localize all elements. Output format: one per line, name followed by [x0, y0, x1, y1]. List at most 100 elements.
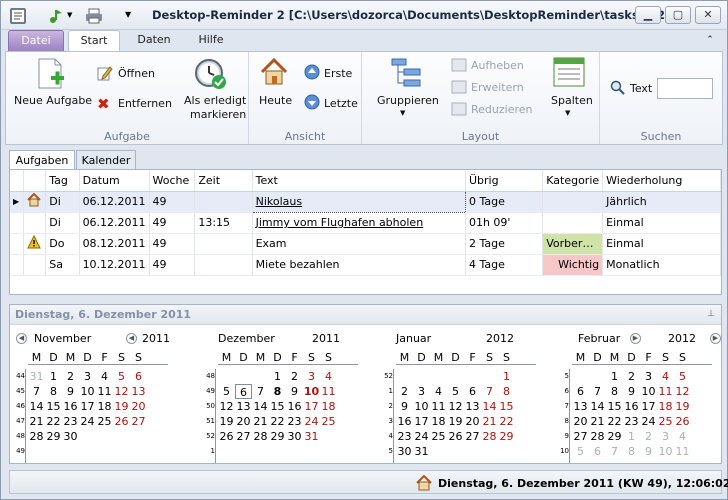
calendar-day[interactable]: 10 [640, 384, 657, 399]
calendar-day[interactable]: 15 [45, 399, 62, 414]
gruppieren-dropdown-icon[interactable]: ▼ [400, 109, 405, 117]
calendar-day[interactable]: 5 [447, 384, 464, 399]
calendar-day[interactable]: 25 [96, 414, 113, 429]
calendar-day[interactable]: 19 [113, 399, 130, 414]
month-name[interactable]: Dezember [218, 332, 275, 345]
chevron-down-icon[interactable]: ▼ [67, 11, 75, 29]
printer-icon[interactable] [85, 7, 103, 25]
month-year[interactable]: 2011 [142, 332, 170, 345]
calendar-day[interactable]: 16 [286, 399, 303, 414]
calendar-day[interactable]: 26 [447, 429, 464, 444]
col-text[interactable]: Text [252, 170, 466, 192]
spalten-dropdown-icon[interactable]: ▼ [565, 109, 570, 117]
calendar-day[interactable]: 7 [28, 384, 45, 399]
calendar-day[interactable]: 28 [252, 429, 269, 444]
calendar-day[interactable]: 12 [674, 384, 691, 399]
oeffnen-button[interactable]: Öffnen [118, 67, 155, 80]
col-kategorie[interactable]: Kategorie [542, 170, 604, 192]
calendar-day[interactable]: 22 [269, 414, 286, 429]
heute-button[interactable]: Heute [259, 94, 292, 107]
calendar-day[interactable]: 15 [606, 399, 623, 414]
calendar-day[interactable]: 13 [464, 399, 481, 414]
calendar-day[interactable]: 13 [572, 399, 589, 414]
letzte-button[interactable]: Letzte [324, 97, 358, 110]
calendar-day[interactable]: 2 [62, 369, 79, 384]
calendar-day[interactable]: 2 [396, 384, 413, 399]
month-year[interactable]: 2012 [668, 332, 696, 345]
calendar-day[interactable]: 26 [218, 429, 235, 444]
calendar-day[interactable]: 8 [269, 384, 286, 399]
calendar-day[interactable]: 24 [640, 414, 657, 429]
calendar-day[interactable]: 18 [657, 399, 674, 414]
col-wiederholung[interactable]: Wiederholung [602, 170, 721, 192]
calendar-day[interactable]: 27 [235, 429, 252, 444]
calendar-day[interactable]: 24 [79, 414, 96, 429]
calendar-day[interactable]: 16 [623, 399, 640, 414]
calendar-day[interactable]: 15 [498, 399, 515, 414]
calendar-day[interactable]: 26 [674, 414, 691, 429]
calendar-day[interactable]: 15 [269, 399, 286, 414]
calendar-day[interactable]: 4 [430, 384, 447, 399]
calendar-day[interactable]: 21 [589, 414, 606, 429]
customize-quick-access-icon[interactable]: ▼ [125, 10, 143, 28]
calendar-day[interactable]: 31 [413, 444, 430, 459]
calendar-day[interactable]: 24 [413, 429, 430, 444]
next-month-icon[interactable]: ▶ [630, 333, 641, 344]
spalten-button[interactable]: Spalten [551, 94, 593, 107]
col-tag[interactable]: Tag [45, 170, 80, 192]
calendar-day[interactable]: 4 [674, 429, 691, 444]
calendar-day[interactable]: 10 [303, 384, 320, 399]
calendar-day[interactable]: 3 [640, 369, 657, 384]
calendar-day[interactable]: 12 [218, 399, 235, 414]
calendar-day[interactable]: 29 [606, 429, 623, 444]
calendar-day[interactable]: 23 [62, 414, 79, 429]
calendar-day[interactable]: 5 [218, 384, 235, 399]
calendar-day[interactable]: 29 [269, 429, 286, 444]
calendar-day[interactable]: 29 [498, 429, 515, 444]
gruppieren-button[interactable]: Gruppieren [377, 94, 439, 107]
ribbon-collapse-icon[interactable]: ⌃ [703, 30, 717, 51]
calendar-day[interactable]: 8 [45, 384, 62, 399]
next-year-icon[interactable]: ▶ [710, 333, 721, 344]
calendar-day[interactable]: 12 [113, 384, 130, 399]
calendar-day[interactable]: 8 [606, 384, 623, 399]
calendar-day[interactable]: 6 [464, 384, 481, 399]
calendar-day[interactable]: 9 [286, 384, 303, 399]
calendar-day[interactable]: 4 [320, 369, 337, 384]
minimize-button[interactable]: ▁ [635, 6, 661, 24]
calendar-day[interactable]: 11 [96, 384, 113, 399]
calendar-day[interactable]: 27 [572, 429, 589, 444]
month-year[interactable]: 2012 [486, 332, 514, 345]
calendar-day[interactable]: 23 [286, 414, 303, 429]
maximize-button[interactable]: ▢ [665, 6, 691, 24]
calendar-day[interactable]: 1 [606, 369, 623, 384]
prev-year-icon[interactable]: ◀ [126, 333, 137, 344]
calendar-day[interactable]: 2 [286, 369, 303, 384]
calendar-day[interactable]: 27 [464, 429, 481, 444]
calendar-day[interactable]: 30 [286, 429, 303, 444]
calendar-day[interactable]: 7 [481, 384, 498, 399]
tab-hilfe[interactable]: Hilfe [189, 30, 233, 51]
month-name[interactable]: November [34, 332, 91, 345]
calendar-day[interactable]: 28 [28, 429, 45, 444]
calendar-day[interactable]: 14 [589, 399, 606, 414]
calendar-day[interactable]: 6 [130, 369, 147, 384]
calendar-day[interactable]: 27 [130, 414, 147, 429]
col-datum[interactable]: Datum [79, 170, 150, 192]
calendar-day[interactable]: 12 [447, 399, 464, 414]
month-name[interactable]: Januar [396, 332, 431, 345]
calendar-day[interactable]: 9 [396, 399, 413, 414]
calendar-day[interactable]: 4 [96, 369, 113, 384]
erledigt-button-line1[interactable]: Als erledigt [184, 94, 246, 107]
calendar-day[interactable]: 22 [606, 414, 623, 429]
reduzieren-button[interactable]: Reduzieren [471, 103, 533, 116]
calendar-day[interactable]: 18 [430, 414, 447, 429]
calendar-day[interactable]: 29 [45, 429, 62, 444]
calendar-day[interactable]: 7 [606, 444, 623, 459]
calendar-day[interactable]: 22 [498, 414, 515, 429]
calendar-day[interactable]: 30 [62, 429, 79, 444]
month-year[interactable]: 2011 [312, 332, 340, 345]
calendar-day[interactable]: 13 [235, 399, 252, 414]
calendar-day[interactable]: 1 [45, 369, 62, 384]
calendar-day[interactable]: 1 [623, 429, 640, 444]
